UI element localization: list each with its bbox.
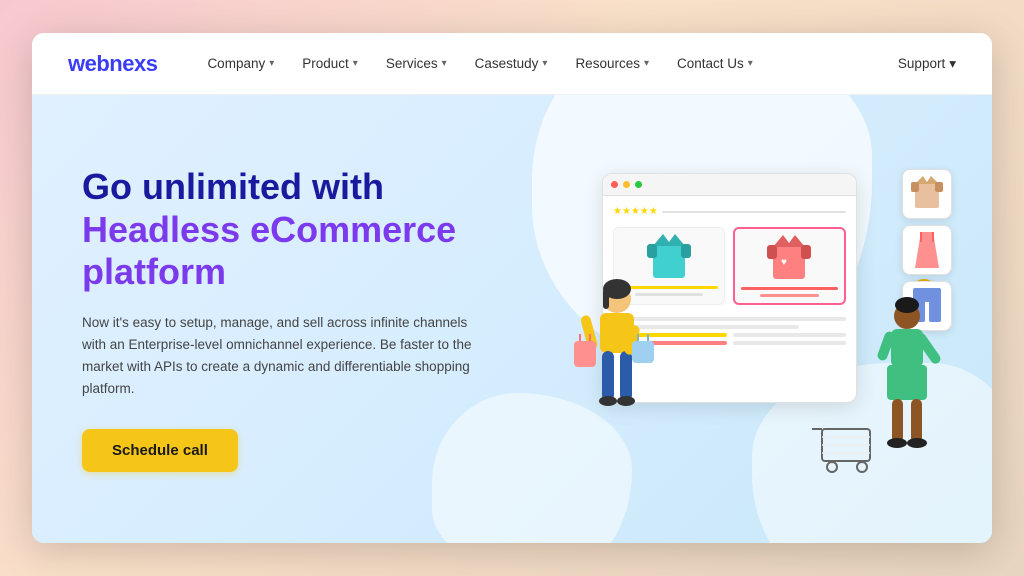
nav-item-contact[interactable]: Contact Us ▾ xyxy=(663,48,767,79)
nav-item-resources[interactable]: Resources ▾ xyxy=(561,48,663,79)
nav-item-services[interactable]: Services ▾ xyxy=(372,48,461,79)
dress-icon xyxy=(911,232,943,268)
rating-bar-2 xyxy=(741,287,839,290)
chevron-down-icon: ▾ xyxy=(542,58,547,69)
browser-window: webnexs Company ▾ Product ▾ Services ▾ C… xyxy=(32,33,992,543)
chevron-down-icon: ▾ xyxy=(949,56,956,72)
hero-title-line3: platform xyxy=(82,251,226,292)
chevron-down-icon: ▾ xyxy=(442,58,447,69)
chevron-down-icon: ▾ xyxy=(748,58,753,69)
chevron-down-icon: ▾ xyxy=(644,58,649,69)
hero-title-line1: Go unlimited with xyxy=(82,166,384,207)
price-bar-2 xyxy=(760,294,819,297)
hero-illustration: $ $ xyxy=(572,159,952,479)
presenter-figure xyxy=(867,291,947,471)
nav-item-casestudy[interactable]: Casestudy ▾ xyxy=(461,48,562,79)
mini-product-2 xyxy=(902,225,952,275)
browser-bar xyxy=(603,174,856,196)
hero-description: Now it's easy to setup, manage, and sell… xyxy=(82,312,482,401)
schedule-call-button[interactable]: Schedule call xyxy=(82,429,238,472)
character-shopper xyxy=(572,269,662,469)
character-presenter xyxy=(867,291,947,471)
browser-dot-yellow xyxy=(623,181,630,188)
brand-logo[interactable]: webnexs xyxy=(68,51,157,77)
pink-shirt-icon: ♥ xyxy=(767,235,811,283)
cart-svg xyxy=(812,421,877,476)
nav-item-product[interactable]: Product ▾ xyxy=(288,48,372,79)
browser-dot-red xyxy=(611,181,618,188)
chevron-down-icon: ▾ xyxy=(269,58,274,69)
nav-item-support[interactable]: Support ▾ xyxy=(898,56,956,72)
shopper-figure xyxy=(572,269,662,469)
navbar: webnexs Company ▾ Product ▾ Services ▾ C… xyxy=(32,33,992,95)
shirt-icon xyxy=(911,176,943,212)
chevron-down-icon: ▾ xyxy=(353,58,358,69)
product-card-2: ♥ xyxy=(733,227,847,305)
hero-title-line2: Headless eCommerce xyxy=(82,209,456,250)
shopping-cart-icon xyxy=(812,421,872,471)
browser-dot-green xyxy=(635,181,642,188)
mini-product-1 xyxy=(902,169,952,219)
hero-content: Go unlimited with Headless eCommerce pla… xyxy=(32,126,532,511)
svg-text:♥: ♥ xyxy=(781,257,787,268)
nav-links: Company ▾ Product ▾ Services ▾ Casestudy… xyxy=(193,48,897,79)
hero-title: Go unlimited with Headless eCommerce pla… xyxy=(82,166,482,293)
nav-item-company[interactable]: Company ▾ xyxy=(193,48,288,79)
hero-section: Go unlimited with Headless eCommerce pla… xyxy=(32,95,992,543)
